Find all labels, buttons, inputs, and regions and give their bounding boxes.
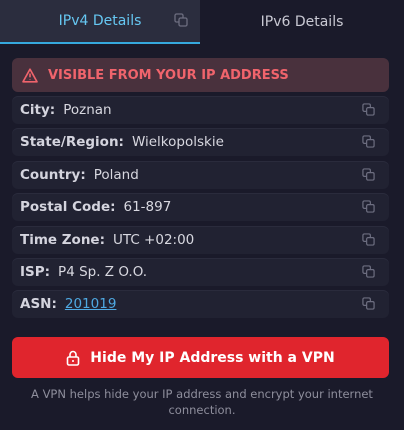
detail-value: 61-897 (123, 199, 172, 216)
copy-icon[interactable] (362, 297, 375, 311)
tab-label: IPv6 Details (260, 14, 344, 30)
detail-row-state-region: State/Region: Wielkopolskie (12, 128, 389, 157)
detail-row-time-zone: Time Zone: UTC +02:00 (12, 225, 389, 254)
detail-row-asn: ASN: 201019 (12, 290, 389, 319)
detail-row-city: City: Poznan (12, 96, 389, 124)
detail-row-country: Country: Poland (12, 160, 389, 189)
asn-link[interactable]: 201019 (65, 296, 117, 312)
detail-row-postal-code: Postal Code: 61-897 (12, 193, 389, 222)
detail-label: City: (20, 102, 56, 118)
vpn-info-note: A VPN helps hide your IP address and enc… (31, 387, 373, 417)
tab-ipv4-details[interactable]: IPv4 Details (0, 0, 200, 44)
copy-icon[interactable] (362, 103, 375, 116)
copy-icon[interactable] (362, 232, 375, 246)
copy-icon[interactable] (174, 13, 188, 27)
ip-details-list: City: Poznan State/Region: Wielkopolskie… (12, 96, 389, 323)
detail-label: Country: (20, 166, 86, 183)
detail-row-isp: ISP: P4 Sp. Z O.O. (12, 257, 389, 286)
hide-ip-vpn-button[interactable]: Hide My IP Address with a VPN (12, 337, 389, 378)
visibility-alert: VISIBLE FROM YOUR IP ADDRESS (12, 58, 389, 92)
detail-label: Time Zone: (20, 231, 105, 248)
copy-icon[interactable] (362, 168, 375, 181)
detail-label: State/Region: (20, 134, 124, 151)
detail-value: P4 Sp. Z O.O. (58, 263, 148, 280)
detail-value: Poland (93, 166, 139, 183)
tab-ipv6-details[interactable]: IPv6 Details (200, 0, 404, 44)
detail-label: Postal Code: (20, 199, 116, 216)
copy-icon[interactable] (362, 265, 375, 278)
detail-value: UTC +02:00 (113, 231, 195, 248)
copy-icon[interactable] (362, 135, 375, 149)
alert-text: VISIBLE FROM YOUR IP ADDRESS (48, 67, 289, 83)
vpn-button-label: Hide My IP Address with a VPN (90, 349, 335, 366)
tab-label: IPv4 Details (58, 13, 142, 29)
warning-icon (22, 67, 38, 83)
tab-bar: IPv4 Details IPv6 Details (0, 0, 404, 44)
copy-icon[interactable] (362, 200, 375, 213)
detail-value: Poznan (63, 102, 112, 118)
detail-value: Wielkopolskie (131, 134, 224, 151)
lock-icon (66, 350, 80, 366)
detail-label: ASN: (20, 296, 57, 313)
detail-label: ISP: (20, 263, 51, 280)
